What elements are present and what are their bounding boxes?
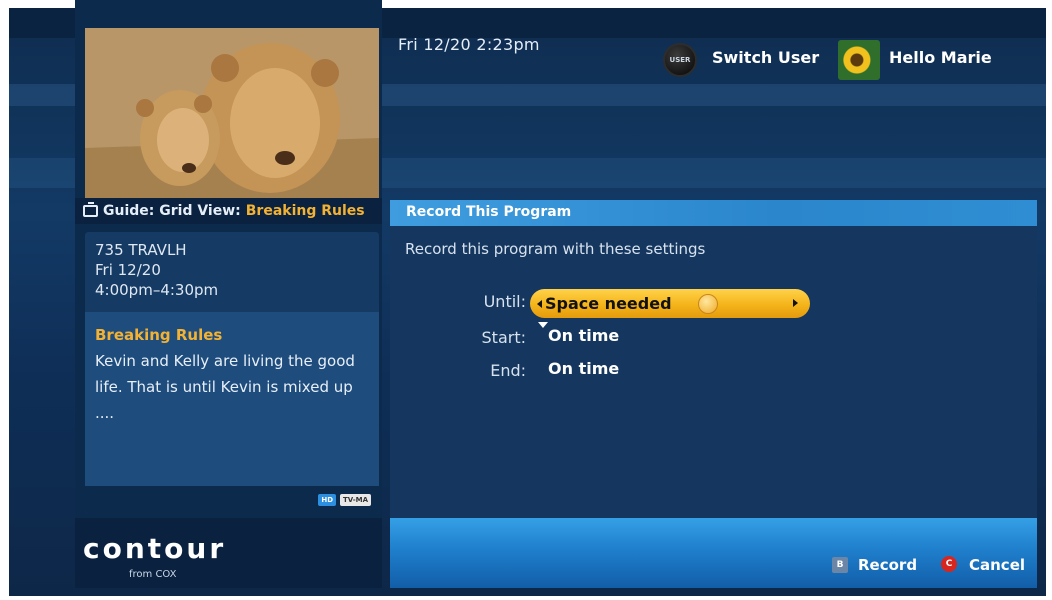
- hd-badge: HD: [318, 494, 337, 506]
- tv-icon: [83, 202, 98, 217]
- program-badges: HD TV-MA: [85, 486, 379, 514]
- program-details: Breaking Rules Kevin and Kelly are livin…: [85, 312, 379, 436]
- program-description: Kevin and Kelly are living the good life…: [95, 352, 355, 422]
- program-schedule: 735 TRAVLH Fri 12/20 4:00pm–4:30pm: [85, 232, 379, 312]
- b-key-icon: B: [832, 557, 848, 573]
- record-instruction: Record this program with these settings: [405, 240, 706, 258]
- start-label: Start:: [481, 328, 526, 347]
- until-selector[interactable]: Space needed: [530, 289, 810, 318]
- contour-logo: contour from COX: [83, 532, 227, 580]
- rating-badge: TV-MA: [340, 494, 371, 506]
- program-info-panel: 735 TRAVLH Fri 12/20 4:00pm–4:30pm Break…: [85, 232, 379, 514]
- switch-user-button[interactable]: Switch User: [712, 48, 819, 67]
- arrow-right-icon[interactable]: [793, 299, 798, 307]
- end-value[interactable]: On time: [548, 359, 619, 378]
- arrow-left-icon[interactable]: [537, 299, 542, 308]
- guide-breadcrumb: Guide: Grid View: Breaking Rules: [75, 198, 382, 224]
- program-title: Breaking Rules: [95, 326, 223, 344]
- user-greeting: Hello Marie: [889, 48, 992, 67]
- selector-knob-icon: [698, 294, 718, 314]
- program-time: 4:00pm–4:30pm: [95, 281, 219, 299]
- guide-program-title: Breaking Rules: [245, 203, 365, 219]
- start-value[interactable]: On time: [548, 326, 619, 345]
- end-label: End:: [490, 361, 526, 380]
- caret-down-icon: [538, 322, 548, 328]
- guide-view-label: Guide: Grid View:: [103, 203, 241, 219]
- record-button[interactable]: Record: [858, 556, 917, 574]
- until-value: Space needed: [545, 294, 672, 313]
- footer-action-bar: [390, 518, 1037, 588]
- record-panel-title: Record This Program: [390, 200, 1037, 226]
- until-label: Until:: [483, 292, 526, 311]
- program-thumbnail: [85, 28, 379, 200]
- channel-label: 735 TRAVLH: [95, 241, 187, 259]
- sunflower-avatar-icon: [838, 40, 880, 80]
- current-datetime: Fri 12/20 2:23pm: [398, 35, 540, 54]
- logo-wordmark: contour: [83, 532, 227, 565]
- user-icon[interactable]: USER: [663, 43, 697, 77]
- program-date: Fri 12/20: [95, 261, 161, 279]
- c-key-icon: C: [941, 556, 957, 572]
- logo-subtitle: from COX: [129, 569, 177, 580]
- cancel-button[interactable]: Cancel: [969, 556, 1025, 574]
